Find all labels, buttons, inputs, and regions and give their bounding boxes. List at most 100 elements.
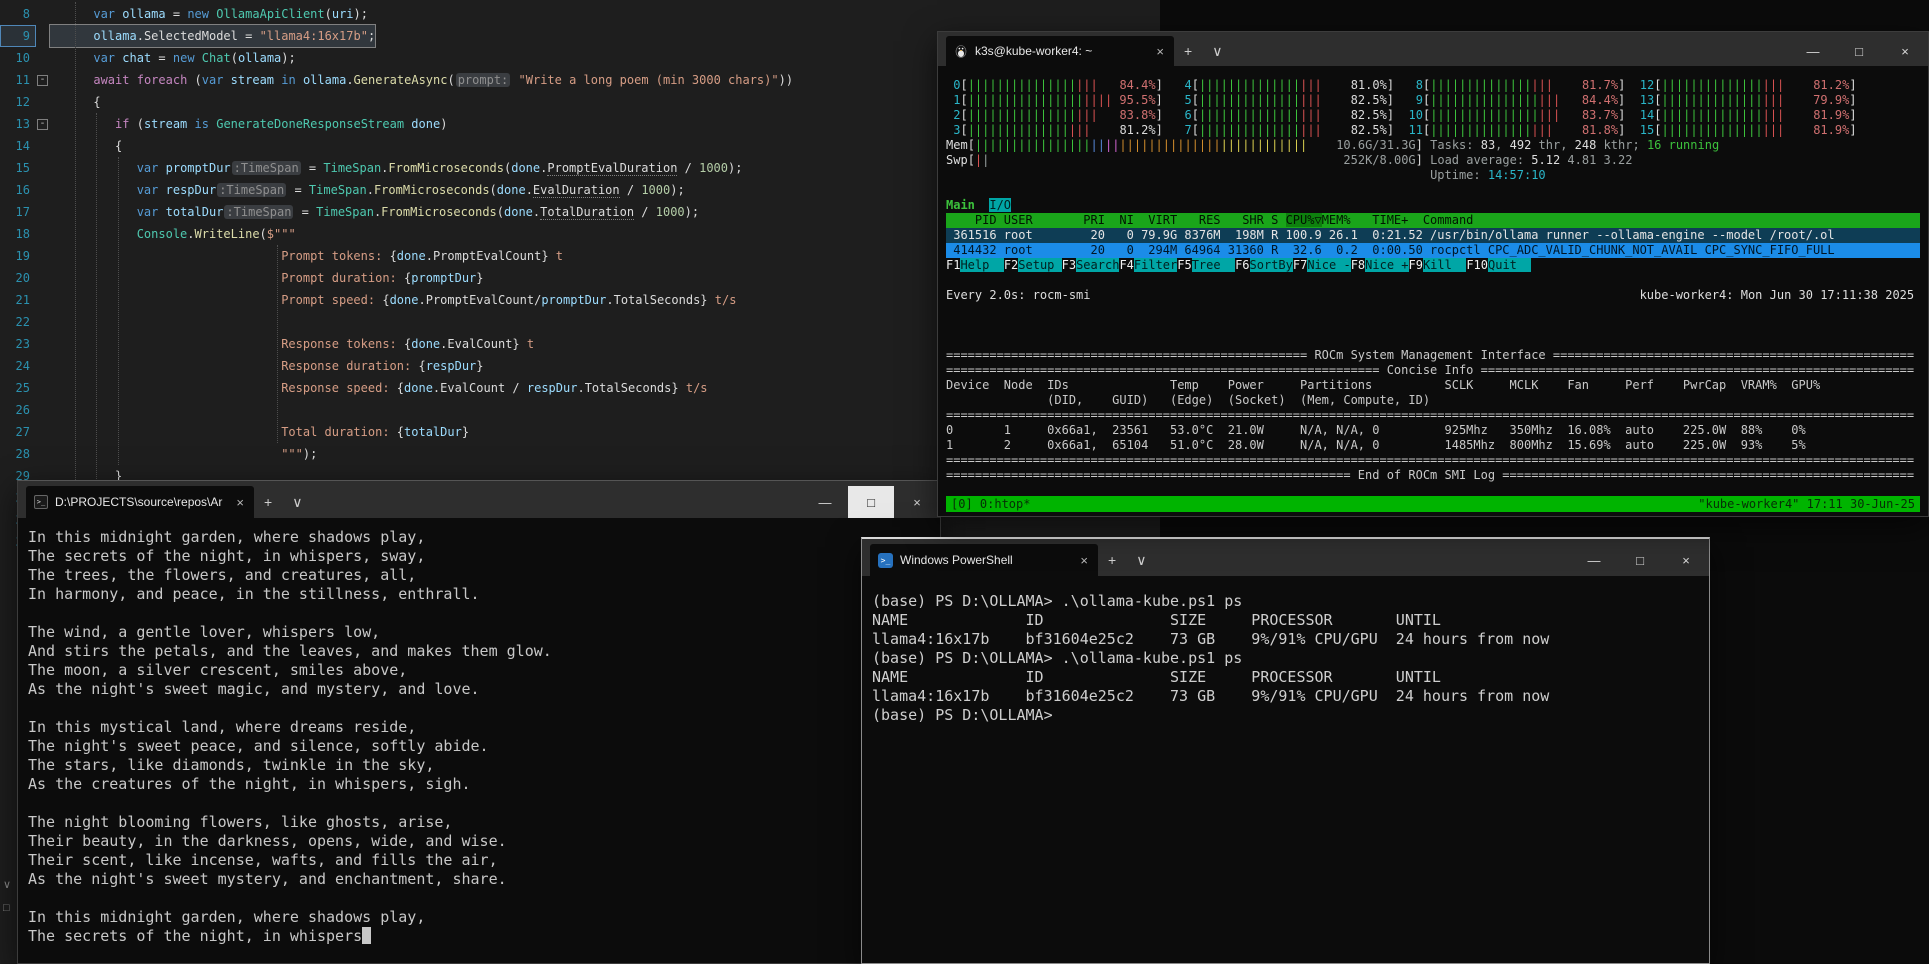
terminal-line: The secrets of the night, in whispers, s… — [28, 547, 940, 566]
terminal-line: 414432 root 20 0 294M 64964 31360 R 32.6… — [946, 243, 1920, 258]
fold-gutter — [36, 399, 50, 421]
terminal-line: (DID, GUID) (Edge) (Socket) (Mem, Comput… — [946, 393, 1920, 408]
tab-close-icon[interactable]: × — [234, 495, 246, 510]
maximize-button[interactable]: □ — [1836, 36, 1882, 66]
fold-gutter — [36, 135, 50, 157]
terminal-line: F1Help F2Setup F3SearchF4FilterF5Tree F6… — [946, 258, 1920, 273]
terminal-line: ========================================… — [946, 453, 1920, 468]
close-button[interactable]: × — [1663, 544, 1709, 576]
terminal-line: As the night's sweet mystery, and enchan… — [28, 870, 940, 889]
terminal-line: 0[|||||||||||||||||| 84.4%] 4[||||||||||… — [946, 78, 1920, 93]
terminal-line: 3[||||||||||||||||| 81.2%] 7[|||||||||||… — [946, 123, 1920, 138]
line-number: 22 — [0, 311, 36, 333]
terminal-line — [946, 303, 1920, 318]
line-number: 26 — [0, 399, 36, 421]
line-number: 20 — [0, 267, 36, 289]
tmux-status-bar: [0] 0:htop* "kube-worker4" 17:11 30-Jun-… — [946, 496, 1920, 512]
line-number: 28 — [0, 443, 36, 465]
fold-gutter — [36, 47, 50, 69]
console-icon: >_ — [34, 495, 48, 509]
line-number: 27 — [0, 421, 36, 443]
poem-terminal-window: >_ D:\PROJECTS\source\repos\Ar × + ∨ — □… — [17, 480, 941, 964]
fold-gutter — [36, 179, 50, 201]
tab-title: D:\PROJECTS\source\repos\Ar — [55, 495, 227, 509]
terminal-line: (base) PS D:\OLLAMA> — [872, 706, 1709, 725]
fold-gutter — [36, 443, 50, 465]
line-number: 10 — [0, 47, 36, 69]
window-controls: — □ × — [802, 486, 940, 518]
tab-projects-repo[interactable]: >_ D:\PROJECTS\source\repos\Ar × — [26, 486, 254, 518]
terminal-line: Main I/O — [946, 198, 1920, 213]
tab-kube-worker4[interactable]: k3s@kube-worker4: ~ × — [946, 36, 1174, 66]
terminal-line: 361516 root 20 0 79.9G 8376M 198M R 100.… — [946, 228, 1920, 243]
tab-close-icon[interactable]: × — [1154, 44, 1166, 59]
window-controls: — □ × — [1571, 544, 1709, 576]
maximize-button[interactable]: □ — [1617, 544, 1663, 576]
minimize-button[interactable]: — — [1790, 36, 1836, 66]
line-number: 24 — [0, 355, 36, 377]
fold-gutter — [36, 223, 50, 245]
close-button[interactable]: × — [1882, 36, 1928, 66]
powershell-content[interactable]: (base) PS D:\OLLAMA> .\ollama-kube.ps1 p… — [862, 576, 1709, 962]
tab-dropdown-icon[interactable]: ∨ — [282, 486, 312, 518]
new-tab-button[interactable]: + — [1098, 544, 1126, 576]
terminal-line: NAME ID SIZE PROCESSOR UNTIL — [872, 611, 1709, 630]
maximize-button[interactable]: □ — [848, 486, 894, 518]
fold-gutter — [36, 91, 50, 113]
line-number: 13 — [0, 113, 36, 135]
indent-guide — [96, 113, 97, 509]
powershell-window: >_ Windows PowerShell × + ∨ — □ × (base)… — [861, 537, 1710, 964]
htop-terminal-content[interactable]: 0[|||||||||||||||||| 84.4%] 4[||||||||||… — [938, 66, 1928, 516]
tab-windows-powershell[interactable]: >_ Windows PowerShell × — [870, 544, 1098, 576]
terminal-line: Swp[|| 252K/8.00G] Load average: 5.12 4.… — [946, 153, 1920, 168]
poem-terminal-content[interactable]: In this midnight garden, where shadows p… — [18, 518, 940, 963]
line-number: 19 — [0, 245, 36, 267]
terminal-line: The stars, like diamonds, twinkle in the… — [28, 756, 940, 775]
powershell-icon: >_ — [878, 553, 893, 568]
terminal-line: llama4:16x17b bf31604e25c2 73 GB 9%/91% … — [872, 630, 1709, 649]
close-button[interactable]: × — [894, 486, 940, 518]
terminal-line: The wind, a gentle lover, whispers low, — [28, 623, 940, 642]
minimize-button[interactable]: — — [1571, 544, 1617, 576]
minimize-button[interactable]: — — [802, 486, 848, 518]
fold-gutter — [36, 267, 50, 289]
fold-gutter — [36, 201, 50, 223]
line-number: 12 — [0, 91, 36, 113]
line-number: 11 — [0, 69, 36, 91]
terminal-line: In this mystical land, where dreams resi… — [28, 718, 940, 737]
terminal-line — [946, 318, 1920, 333]
line-number: 9 — [0, 25, 36, 47]
terminal-line: NAME ID SIZE PROCESSOR UNTIL — [872, 668, 1709, 687]
fold-gutter — [36, 157, 50, 179]
terminal-line: As the night's sweet magic, and mystery,… — [28, 680, 940, 699]
terminal-line — [28, 889, 940, 908]
fold-gutter — [36, 333, 50, 355]
terminal-line: Their scent, like incense, wafts, and fi… — [28, 851, 940, 870]
terminal-line: The moon, a silver crescent, smiles abov… — [28, 661, 940, 680]
htop-terminal-window: k3s@kube-worker4: ~ × + ∨ — □ × 0[||||||… — [937, 31, 1929, 517]
terminal-line: In this midnight garden, where shadows p… — [28, 528, 940, 547]
fold-collapse-icon[interactable]: - — [37, 119, 48, 130]
tmux-host-time: "kube-worker4" 17:11 30-Jun-25 — [1698, 496, 1915, 512]
chevron-down-icon[interactable]: ∨ — [3, 878, 11, 891]
new-tab-button[interactable]: + — [254, 486, 282, 518]
terminal-line: In this midnight garden, where shadows p… — [28, 908, 940, 927]
line-number: 15 — [0, 157, 36, 179]
terminal-line: The trees, the flowers, and creatures, a… — [28, 566, 940, 585]
terminal-line: The secrets of the night, in whispers — [28, 927, 940, 946]
tab-dropdown-icon[interactable]: ∨ — [1126, 544, 1156, 576]
terminal-line: Mem[||||||||||||||||||||||||||||||||||||… — [946, 138, 1920, 153]
fold-collapse-icon[interactable]: - — [37, 75, 48, 86]
fold-gutter — [36, 377, 50, 399]
terminal-line — [946, 183, 1920, 198]
titlebar: k3s@kube-worker4: ~ × + ∨ — □ × — [938, 32, 1928, 66]
tab-dropdown-icon[interactable]: ∨ — [1202, 36, 1232, 66]
line-number: 17 — [0, 201, 36, 223]
window-controls: — □ × — [1790, 36, 1928, 66]
terminal-line: Device Node IDs Temp Power Partitions SC… — [946, 378, 1920, 393]
tab-close-icon[interactable]: × — [1078, 553, 1090, 568]
terminal-line: Uptime: 14:57:10 — [946, 168, 1920, 183]
tmux-session-info: [0] 0:htop* — [951, 496, 1030, 512]
square-icon[interactable]: □ — [3, 902, 10, 914]
new-tab-button[interactable]: + — [1174, 36, 1202, 66]
